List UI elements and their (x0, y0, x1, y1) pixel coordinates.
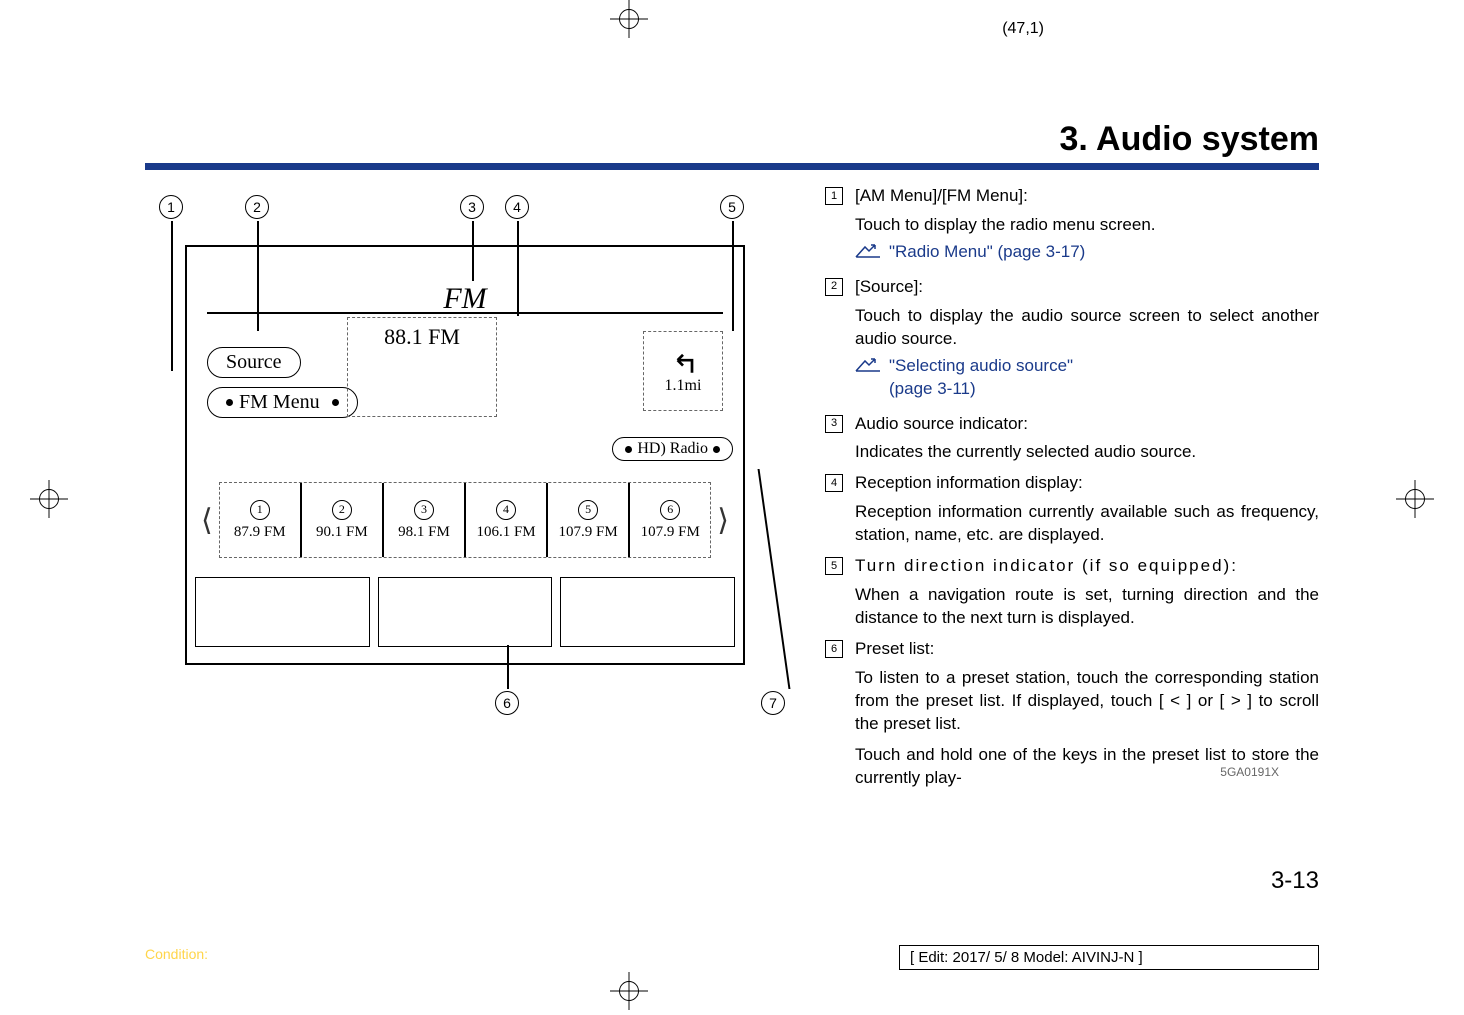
item-2-ref-b[interactable]: (page 3-11) (889, 378, 1073, 401)
item-marker-1: 1 (825, 187, 843, 205)
figure-id: 5GA0191X (1220, 765, 1279, 779)
preset-2[interactable]: 290.1 FM (302, 483, 384, 557)
item-1-ref[interactable]: "Radio Menu" (page 3-17) (889, 241, 1085, 264)
page-number: 3-13 (1271, 867, 1319, 895)
item-6-body-a: To listen to a preset station, touch the… (855, 667, 1319, 736)
reference-icon (855, 357, 881, 373)
item-5-body: When a navigation route is set, turning … (855, 584, 1319, 630)
register-mark-icon (610, 0, 648, 38)
section-title: 3. Audio system (145, 120, 1319, 159)
preset-3[interactable]: 398.1 FM (384, 483, 466, 557)
register-mark-icon (1396, 480, 1434, 518)
item-marker-3: 3 (825, 415, 843, 433)
band-label: FM (443, 282, 486, 316)
item-marker-6: 6 (825, 640, 843, 658)
item-1-title: [AM Menu]/[FM Menu]: (855, 185, 1156, 208)
preset-6[interactable]: 6107.9 FM (630, 483, 710, 557)
item-1-body: Touch to display the radio menu screen. (855, 214, 1156, 237)
register-mark-icon (610, 972, 648, 1010)
screen-frame: FM Source FM Menu 88.1 FM 1.1mi HD) Radi… (185, 245, 745, 665)
edit-info: [ Edit: 2017/ 5/ 8 Model: AIVINJ-N ] (899, 945, 1319, 970)
callout-7: 7 (761, 691, 785, 715)
callout-2: 2 (245, 195, 269, 219)
chevron-right-icon[interactable]: ⟩ (711, 503, 735, 538)
register-mark-icon (30, 480, 68, 518)
item-2-ref-a[interactable]: "Selecting audio source" (889, 355, 1073, 378)
item-marker-5: 5 (825, 557, 843, 575)
callout-4: 4 (505, 195, 529, 219)
chevron-left-icon[interactable]: ⟨ (195, 503, 219, 538)
item-4-body: Reception information currently availabl… (855, 501, 1319, 547)
turn-distance: 1.1mi (665, 377, 702, 395)
preset-1[interactable]: 187.9 FM (220, 483, 302, 557)
item-3-title: Audio source indicator: (855, 413, 1196, 436)
turn-indicator: 1.1mi (643, 331, 723, 411)
callout-6: 6 (495, 691, 519, 715)
preset-5[interactable]: 5107.9 FM (548, 483, 630, 557)
header-underline (145, 163, 1319, 170)
preset-4[interactable]: 4106.1 FM (466, 483, 548, 557)
panel (195, 577, 370, 647)
item-marker-2: 2 (825, 278, 843, 296)
callout-1: 1 (159, 195, 183, 219)
item-marker-4: 4 (825, 474, 843, 492)
condition-label: Condition: (145, 946, 208, 962)
item-5-title: Turn direction indicator (if so equipped… (855, 555, 1319, 578)
panel (560, 577, 735, 647)
item-2-body: Touch to display the audio source screen… (855, 305, 1319, 351)
bottom-panels (195, 577, 735, 647)
item-4-title: Reception information display: (855, 472, 1319, 495)
item-2-title: [Source]: (855, 276, 1319, 299)
callout-3: 3 (460, 195, 484, 219)
item-3-body: Indicates the currently selected audio s… (855, 441, 1196, 464)
hd-radio-badge: HD) Radio (612, 437, 733, 461)
radio-screen-figure: 1 2 3 4 5 FM Source FM Menu (165, 195, 765, 715)
callout-5: 5 (720, 195, 744, 219)
frequency-display: 88.1 FM (347, 317, 497, 417)
source-button[interactable]: Source (207, 347, 301, 378)
preset-list: 187.9 FM 290.1 FM 398.1 FM 4106.1 FM 510… (219, 482, 712, 558)
turn-arrow-icon (665, 347, 701, 377)
panel (378, 577, 553, 647)
fm-menu-button[interactable]: FM Menu (207, 387, 358, 418)
page-info-top: (47,1) (1002, 20, 1044, 38)
reference-icon (855, 243, 881, 259)
item-6-title: Preset list: (855, 638, 1319, 661)
